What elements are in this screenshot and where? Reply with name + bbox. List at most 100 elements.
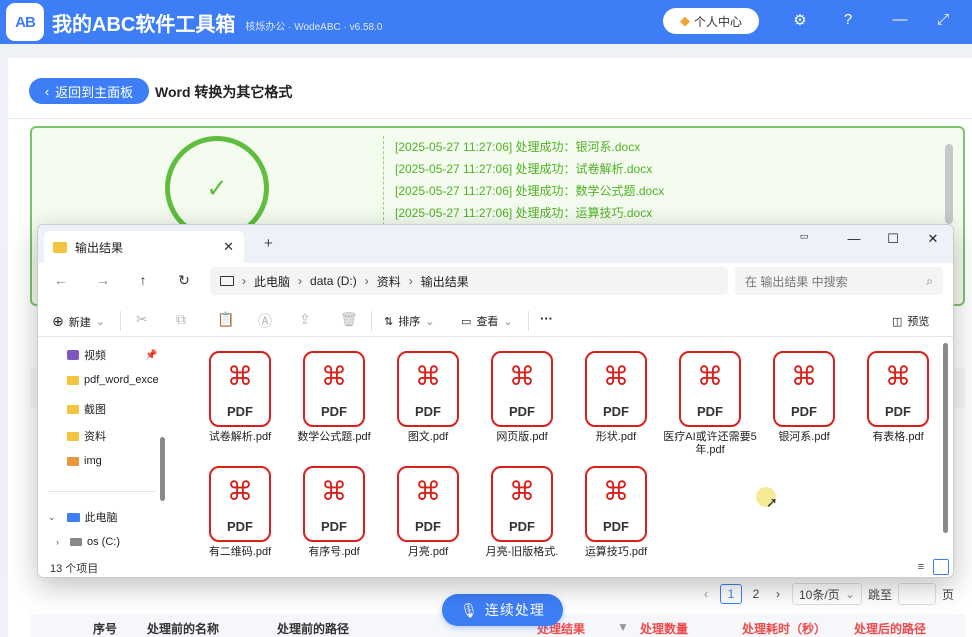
- pdf-file-icon: ⌘ PDF: [491, 351, 553, 427]
- sidebar-item-os-c[interactable]: › os (C:): [56, 536, 120, 548]
- snap-layout-icon[interactable]: ▭: [794, 231, 814, 242]
- acrobat-glyph-icon: ⌘: [415, 476, 441, 506]
- back-to-dashboard-button[interactable]: ‹ 返回到主面板: [29, 78, 149, 104]
- pdf-type-label: PDF: [415, 404, 441, 419]
- sidebar-item-videos[interactable]: 视频 📌: [67, 347, 157, 363]
- explorer-tab[interactable]: 输出结果 ✕: [44, 231, 244, 263]
- close-tab-icon[interactable]: ✕: [223, 239, 234, 255]
- pdf-type-label: PDF: [603, 404, 629, 419]
- pdf-file-item[interactable]: ⌘ PDF 有序号.pdf: [287, 466, 381, 559]
- acrobat-glyph-icon: ⌘: [227, 361, 253, 391]
- help-icon[interactable]: ?: [837, 11, 859, 28]
- minimize-window-icon[interactable]: —: [844, 231, 864, 246]
- pdf-file-item[interactable]: ⌘ PDF 图文.pdf: [381, 351, 475, 444]
- pdf-file-item[interactable]: ⌘ PDF 形状.pdf: [569, 351, 663, 444]
- page-size-select[interactable]: 10条/页 ⌄: [792, 583, 862, 605]
- video-folder-icon: [67, 350, 79, 360]
- pdf-file-icon: ⌘ PDF: [303, 466, 365, 542]
- settings-gear-icon[interactable]: ⚙: [789, 11, 811, 29]
- minimize-icon[interactable]: —: [889, 11, 911, 28]
- cut-icon[interactable]: ✂: [136, 311, 148, 328]
- pdf-file-icon: ⌘ PDF: [209, 466, 271, 542]
- view-button[interactable]: ▭ 查看 ⌄: [461, 313, 513, 329]
- explorer-titlebar: 输出结果 ✕ + ▭ — ☐ ✕: [38, 225, 953, 263]
- sidebar-item-label: 资料: [84, 431, 106, 443]
- pdf-file-item[interactable]: ⌘ PDF 数学公式题.pdf: [287, 351, 381, 444]
- close-window-icon[interactable]: ✕: [923, 231, 943, 247]
- address-bar[interactable]: › 此电脑 › data (D:) › 资料 › 输出结果: [210, 267, 728, 295]
- paste-icon[interactable]: 📋: [217, 311, 234, 328]
- pdf-type-label: PDF: [603, 519, 629, 534]
- sidebar-item-pdf-word[interactable]: pdf_word_exce: [67, 374, 159, 386]
- pdf-file-item[interactable]: ⌘ PDF 网页版.pdf: [475, 351, 569, 444]
- vip-diamond-icon: ◆: [679, 13, 690, 28]
- rename-icon[interactable]: Ⓐ: [258, 311, 272, 331]
- sidebar-item-docs[interactable]: 资料: [67, 428, 106, 444]
- pdf-file-item[interactable]: ⌘ PDF 银河系.pdf: [757, 351, 851, 444]
- expand-icon[interactable]: ⤢: [932, 11, 954, 28]
- sidebar-item-screenshots[interactable]: 截图: [67, 401, 106, 417]
- share-icon[interactable]: ⇪: [299, 311, 311, 328]
- folder-icon: [67, 431, 79, 441]
- toolbar-divider: [371, 311, 372, 331]
- back-arrow-icon[interactable]: ←: [52, 272, 70, 288]
- file-name: 数学公式题.pdf: [297, 431, 371, 443]
- preview-pane-icon: ◫: [892, 315, 903, 328]
- forward-arrow-icon[interactable]: →: [94, 272, 112, 288]
- acrobat-glyph-icon: ⌘: [603, 361, 629, 391]
- pdf-file-item[interactable]: ⌘ PDF 有表格.pdf: [851, 351, 945, 444]
- sidebar-item-img[interactable]: img: [67, 455, 102, 467]
- page-number[interactable]: 2: [748, 587, 764, 601]
- chevron-down-icon: ⌄: [425, 315, 435, 328]
- more-options-button[interactable]: ···: [540, 311, 553, 326]
- pdf-file-item[interactable]: ⌘ PDF 月亮.pdf: [381, 466, 475, 559]
- log-line: [2025-05-27 11:27:06] 处理成功：银河系.docx: [395, 140, 641, 154]
- new-button[interactable]: ⊕ 新建 ⌄: [52, 313, 105, 330]
- pdf-file-item[interactable]: ⌘ PDF 试卷解析.pdf: [193, 351, 287, 444]
- new-tab-icon[interactable]: +: [264, 235, 273, 252]
- sidebar-scrollbar[interactable]: [160, 437, 165, 501]
- page-number-current[interactable]: 1: [720, 584, 742, 604]
- pdf-file-item[interactable]: ⌘ PDF 运算技巧.pdf: [569, 466, 663, 559]
- breadcrumb-item[interactable]: 输出结果: [421, 273, 469, 290]
- delete-icon[interactable]: 🗑: [340, 311, 358, 328]
- pdf-file-item[interactable]: ⌘ PDF 医疗AI或许还需要5年.pdf: [663, 351, 757, 457]
- acrobat-glyph-icon: ⌘: [509, 361, 535, 391]
- log-line: [2025-05-27 11:27:06] 处理成功：试卷解析.docx: [395, 162, 653, 176]
- file-name: 月亮-旧版格式.: [485, 546, 559, 558]
- log-scrollbar[interactable]: [945, 144, 953, 224]
- breadcrumb-item[interactable]: 资料: [377, 273, 401, 290]
- file-grid-scrollbar[interactable]: [943, 343, 948, 533]
- sidebar-item-label: pdf_word_exce: [84, 374, 159, 386]
- sidebar-item-this-pc[interactable]: ⌄ 此电脑: [48, 509, 118, 525]
- pdf-file-icon: ⌘ PDF: [209, 351, 271, 427]
- maximize-window-icon[interactable]: ☐: [883, 231, 903, 247]
- user-center-button[interactable]: ◆ 个人中心: [663, 8, 759, 34]
- folder-icon: [67, 404, 79, 414]
- details-view-icon[interactable]: ≡: [914, 561, 928, 573]
- page-title: Word 转换为其它格式: [155, 84, 293, 100]
- filter-icon[interactable]: ▼: [617, 620, 629, 634]
- folder-icon: [53, 241, 67, 253]
- tiles-view-icon[interactable]: [933, 559, 949, 575]
- search-input[interactable]: 在 输出结果 中搜索 ⌕: [735, 267, 943, 295]
- breadcrumb-item[interactable]: 此电脑: [254, 273, 290, 290]
- pagination: ‹ 1 2 › 10条/页 ⌄ 跳至 页: [698, 583, 954, 605]
- sort-label: 排序: [398, 316, 421, 328]
- next-page-icon[interactable]: ›: [770, 587, 786, 601]
- acrobat-glyph-icon: ⌘: [321, 476, 347, 506]
- preview-button[interactable]: ◫ 预览: [892, 313, 929, 329]
- header-divider: [8, 118, 972, 119]
- jump-page-input[interactable]: [898, 583, 937, 605]
- refresh-icon[interactable]: ↻: [175, 272, 193, 289]
- copy-icon[interactable]: ⧉: [176, 311, 186, 328]
- logo-text: AB: [15, 13, 36, 31]
- up-arrow-icon[interactable]: ↑: [134, 272, 152, 288]
- pdf-file-item[interactable]: ⌘ PDF 有二维码.pdf: [193, 466, 287, 559]
- continue-processing-button[interactable]: 🎙 连续处理: [442, 594, 563, 626]
- breadcrumb-item[interactable]: data (D:): [310, 274, 357, 288]
- sort-button[interactable]: ⇅ 排序 ⌄: [384, 313, 434, 329]
- pdf-file-item[interactable]: ⌘ PDF 月亮-旧版格式.: [475, 466, 569, 559]
- prev-page-icon[interactable]: ‹: [698, 587, 714, 601]
- file-name: 图文.pdf: [407, 431, 449, 443]
